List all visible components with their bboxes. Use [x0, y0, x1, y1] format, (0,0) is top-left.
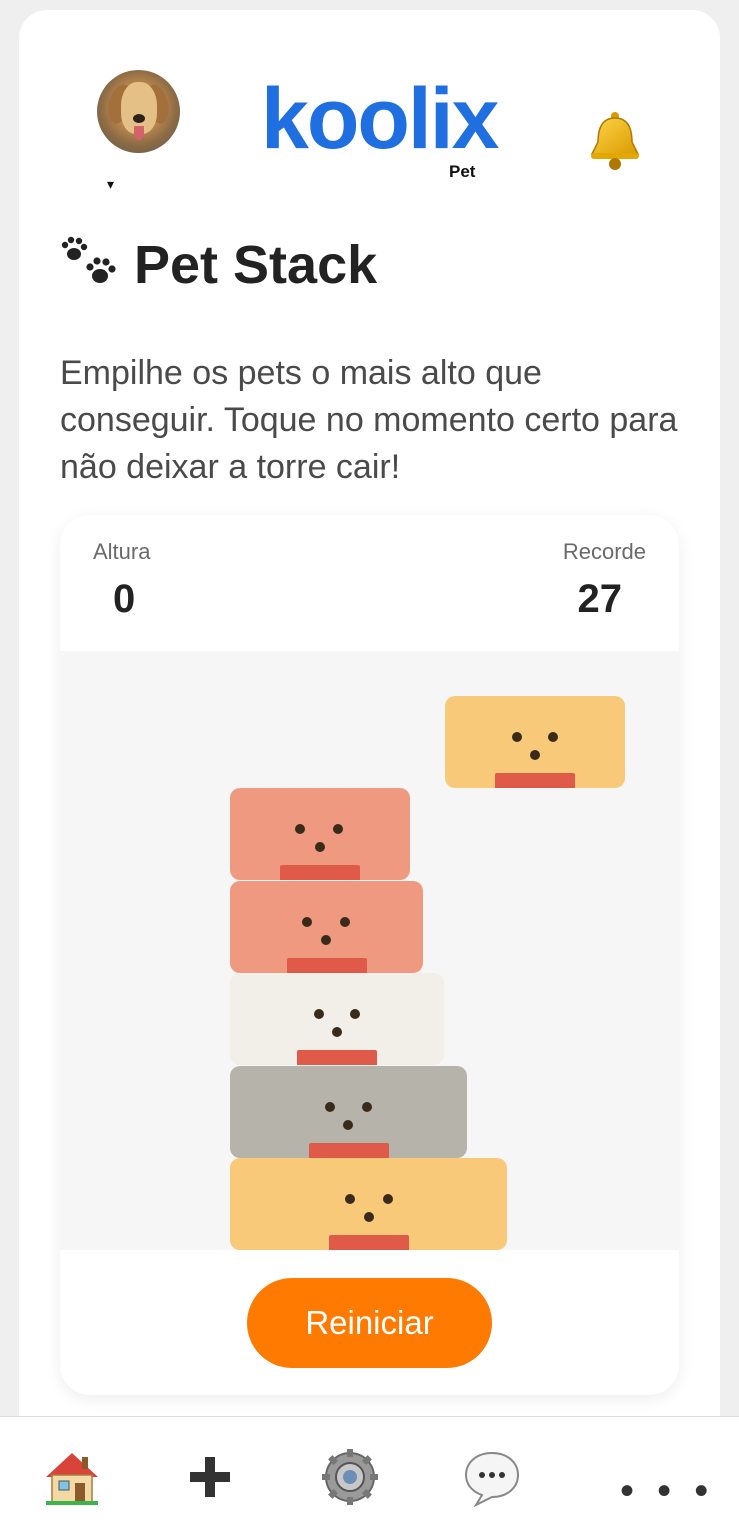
stacked-pet-block-5	[230, 788, 410, 880]
home-icon[interactable]	[42, 1447, 102, 1507]
logo-subtitle: Pet	[449, 162, 476, 181]
add-icon[interactable]	[180, 1447, 240, 1507]
stacked-pet-block-3	[230, 973, 444, 1065]
more-icon[interactable]: • • •	[620, 1469, 714, 1514]
chat-icon[interactable]	[462, 1447, 522, 1507]
logo-wordmark: koolix	[261, 71, 500, 167]
page-title: Pet Stack	[134, 235, 378, 295]
moving-pet-block	[445, 696, 625, 788]
avatar-dropdown-caret[interactable]: ▾	[107, 176, 114, 193]
bell-icon[interactable]	[587, 110, 643, 172]
koolix-pet-logo: koolix Pet	[261, 76, 500, 186]
settings-icon[interactable]	[320, 1447, 380, 1507]
stacked-pet-block-1	[230, 1158, 507, 1250]
game-panel: Altura 0 Recorde 27 Reiniciar	[60, 515, 679, 1395]
height-value: 0	[113, 577, 136, 621]
restart-button[interactable]: Reiniciar	[247, 1278, 492, 1368]
stacked-pet-block-2	[230, 1066, 467, 1158]
height-label: Altura	[93, 539, 151, 564]
game-stage[interactable]	[60, 651, 679, 1250]
main-card: ▾ koolix Pet Pet Stack Empilhe os pets o…	[19, 10, 720, 1470]
paw-prints-icon	[61, 236, 116, 283]
bottom-nav: • • •	[0, 1416, 739, 1536]
user-avatar[interactable]	[97, 70, 180, 153]
record-value: 27	[577, 577, 623, 621]
stacked-pet-block-4	[230, 881, 423, 973]
game-description: Empilhe os pets o mais alto que consegui…	[60, 354, 678, 486]
app-header: ▾ koolix Pet	[19, 10, 720, 210]
record-label: Recorde	[562, 539, 646, 564]
